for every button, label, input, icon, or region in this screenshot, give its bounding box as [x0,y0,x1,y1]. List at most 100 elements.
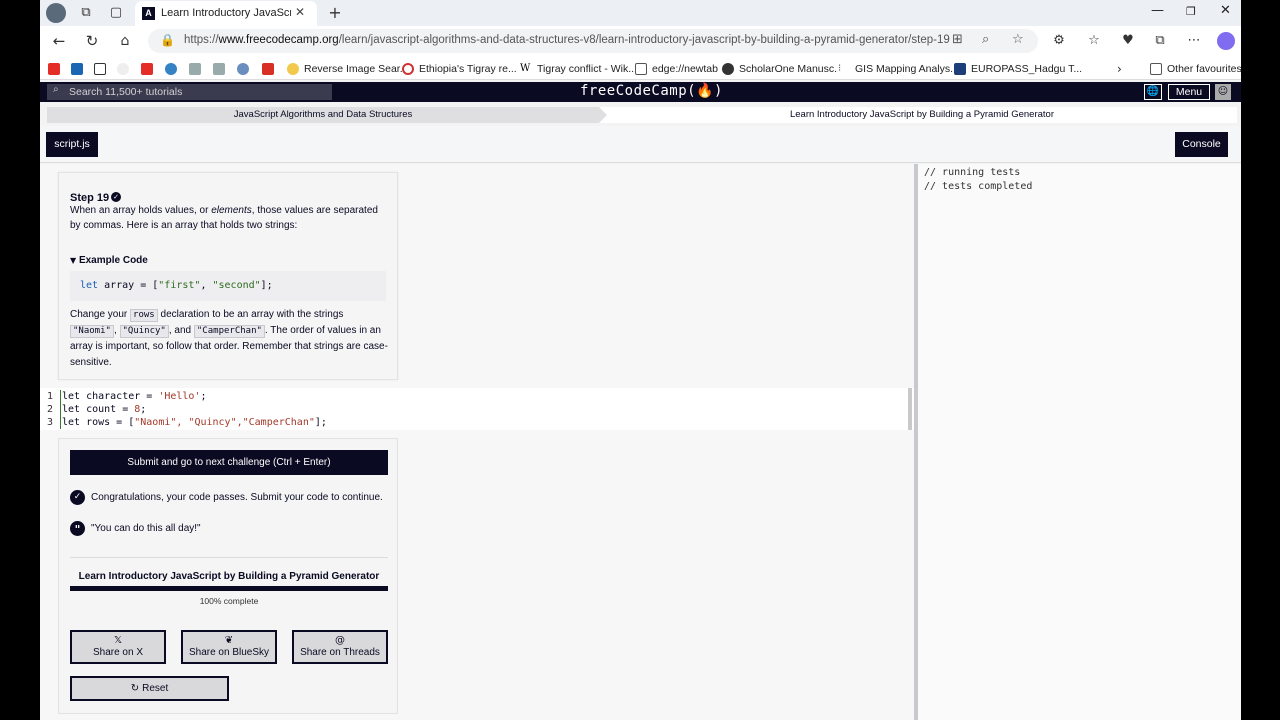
breadcrumb-superblock[interactable]: JavaScript Algorithms and Data Structure… [47,107,599,123]
active-tab[interactable]: A Learn Introductory JavaScript by B ✕ [135,1,317,26]
editor-pane: Step 19 ✓ When an array holds values, or… [40,164,914,720]
bookmark-wordpress-icon[interactable] [165,61,182,76]
page-icon [635,62,647,75]
search-input[interactable]: ⌕ Search 11,500+ tutorials [47,84,332,100]
tab-actions-icon[interactable]: ▢ [107,4,125,22]
minimize-icon[interactable]: — [1151,3,1164,18]
bookmark-scholarone[interactable]: ScholarOne Manusc... [722,61,843,76]
copilot-icon[interactable] [1217,32,1235,50]
address-bar[interactable]: 🔒 https://www.freecodecamp.org/learn/jav… [148,29,1038,53]
tab-bar: ⧉ ▢ A Learn Introductory JavaScript by B… [40,0,1241,26]
bookmark-filter2-icon[interactable] [213,61,230,76]
threads-at-icon: @ [335,635,345,646]
bookmark-blank-icon[interactable] [117,61,134,76]
more-options-icon[interactable]: ⋯ [1185,32,1203,50]
bookmark-maps-icon[interactable] [262,61,279,76]
language-globe-icon[interactable]: 🌐 [1144,84,1162,100]
results-panel: Submit and go to next challenge (Ctrl + … [58,438,398,714]
bookmark-europass[interactable]: EUROPASS_Hadgu T... [954,61,1082,76]
url-text[interactable]: https://www.freecodecamp.org/learn/javas… [184,34,950,46]
x-logo-icon: 𝕏 [113,635,123,646]
progress-bar [70,586,388,591]
app-available-icon[interactable]: ⊞ [952,32,963,47]
extensions-icon[interactable]: ⚙ [1050,32,1068,50]
bookmarks-overflow-chevron-icon[interactable]: › [1117,61,1122,76]
step-completed-check-icon: ✓ [111,192,121,202]
other-favourites[interactable]: Other favourites [1150,61,1241,76]
wikipedia-icon: W [520,62,532,75]
collections-icon[interactable]: ⧉ [1151,32,1169,50]
bookmark-ethiopia-tigray[interactable]: Ethiopia's Tigray re... [402,61,517,76]
back-arrow-icon[interactable]: ← [50,32,68,50]
check-circle-icon: ✓ [70,490,85,505]
share-on-x-button[interactable]: 𝕏 Share on X [70,630,166,664]
bookmark-site-icon[interactable] [71,61,88,76]
favorites-icon[interactable]: ☆ [1085,32,1103,50]
reset-label: Reset [142,683,169,694]
bookmarks-bar: Reverse Image Sear... Ethiopia's Tigray … [40,56,1241,80]
example-code-toggle[interactable]: ▼ Example Code [70,255,148,266]
share-on-bluesky-button[interactable]: ❦ Share on BlueSky [181,630,277,664]
share-x-label: Share on X [92,647,144,658]
hand-cursor-icon: ☝ [171,461,180,477]
instructions-panel: Step 19 ✓ When an array holds values, or… [58,172,398,380]
restore-icon[interactable]: ❐ [1186,5,1196,18]
bookmark-newtab[interactable]: edge://newtab [635,61,718,76]
breadcrumb: JavaScript Algorithms and Data Structure… [47,107,1237,123]
gis-icon: ⁝ [838,62,850,75]
script-js-tab[interactable]: script.js [46,132,98,157]
bookmark-youtube2-icon[interactable] [141,61,158,76]
bookmark-dr-icon[interactable] [94,61,111,76]
menu-button[interactable]: Menu [1168,84,1210,100]
share-bluesky-label: Share on BlueSky [188,647,270,658]
home-icon[interactable]: ⌂ [116,32,134,50]
instructions-paragraph-2: Change your rows declaration to be an ar… [70,309,388,368]
europass-icon [954,62,966,75]
lock-icon[interactable]: 🔒 [160,33,175,47]
share-threads-label: Share on Threads [300,647,380,658]
instructions-paragraph-1: When an array holds values, or elements,… [70,205,378,231]
breadcrumb-block[interactable]: Learn Introductory JavaScript by Buildin… [607,107,1237,123]
favorite-star-icon[interactable]: ☆ [1012,32,1024,47]
bookmark-reverse-image[interactable]: Reverse Image Sear... [287,61,408,76]
console-button[interactable]: Console [1175,132,1228,157]
browser-window: ⧉ ▢ A Learn Introductory JavaScript by B… [40,0,1241,720]
code-line[interactable]: 3 let rows = ["Naomi", "Quincy","CamperCh… [40,416,914,429]
submit-button[interactable]: Submit and go to next challenge (Ctrl + … [70,450,388,475]
workspaces-icon[interactable]: ⧉ [77,4,95,22]
tab-close-icon[interactable]: ✕ [295,5,305,19]
bookmark-globe-icon[interactable] [237,61,254,76]
tab-title: Learn Introductory JavaScript by B [161,7,291,19]
example-code-line: let array = ["first", "second"]; [80,280,273,291]
code-line[interactable]: 1 let character = 'Hello'; [40,390,914,403]
browser-essentials-icon[interactable]: ♥ [1119,32,1137,50]
scholarone-icon [722,62,734,75]
example-code-block: let array = ["first", "second"]; [70,271,386,301]
bookmark-gis[interactable]: ⁝ GIS Mapping Analys... [838,61,959,76]
course-title: Learn Introductory JavaScript by Buildin… [78,571,380,582]
code-editor[interactable]: 1 let character = 'Hello'; 2 let count = 8… [40,388,914,430]
triangle-down-icon: ▼ [70,256,77,265]
share-on-threads-button[interactable]: @ Share on Threads [292,630,388,664]
bookmark-youtube-icon[interactable] [48,61,65,76]
butterfly-icon: ❦ [224,635,234,646]
breadcrumb-arrow [599,107,607,123]
reset-icon: ↻ [130,683,140,694]
divider [70,557,388,558]
zoom-icon[interactable]: ⌕ [982,32,989,47]
profile-avatar-icon[interactable] [46,3,66,23]
pass-message: Congratulations, your code passes. Submi… [91,492,383,503]
new-tab-icon[interactable]: + [326,4,344,22]
reset-button[interactable]: ↻ Reset [70,676,229,701]
user-avatar-icon[interactable]: ☺ [1215,84,1231,100]
console-output: // running tests // tests completed [924,167,1033,192]
encouragement-quote: "You can do this all day!" [91,523,201,534]
editor-scrollbar[interactable] [908,388,912,430]
close-window-icon[interactable]: ✕ [1220,3,1231,18]
refresh-icon[interactable]: ↻ [83,32,101,50]
fcc-logo[interactable]: freeCodeCamp(🔥) [580,83,723,99]
bookmark-tigray-conflict[interactable]: W Tigray conflict - Wik... [520,61,637,76]
screen: ⧉ ▢ A Learn Introductory JavaScript by B… [0,0,1280,720]
code-line[interactable]: 2 let count = 8; [40,403,914,416]
bookmark-filter-icon[interactable] [189,61,206,76]
